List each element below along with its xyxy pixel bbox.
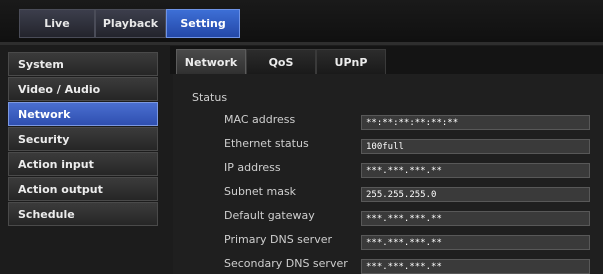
tab-playback[interactable]: Playback bbox=[95, 9, 166, 38]
mac-address-value: **:**:**:**:**:** bbox=[361, 115, 590, 130]
mac-address-label: MAC address bbox=[224, 113, 296, 126]
header-divider bbox=[0, 42, 603, 45]
status-section-title: Status bbox=[192, 91, 228, 104]
sidebar-item-action-output[interactable]: Action output bbox=[8, 177, 158, 201]
ip-address-label: IP address bbox=[224, 161, 281, 174]
sidebar-item-network[interactable]: Network bbox=[8, 102, 158, 126]
settings-sidebar: System Video / Audio Network Security Ac… bbox=[8, 52, 158, 227]
sidebar-item-video-audio[interactable]: Video / Audio bbox=[8, 77, 158, 101]
subtab-qos[interactable]: QoS bbox=[246, 49, 316, 74]
tab-live[interactable]: Live bbox=[19, 9, 95, 38]
ip-address-value: ***.***.***.** bbox=[361, 163, 590, 178]
subnet-mask-value: 255.255.255.0 bbox=[361, 187, 590, 202]
subnet-mask-label: Subnet mask bbox=[224, 185, 297, 198]
sidebar-item-system[interactable]: System bbox=[8, 52, 158, 76]
sidebar-item-action-input[interactable]: Action input bbox=[8, 152, 158, 176]
ethernet-status-label: Ethernet status bbox=[224, 137, 309, 150]
primary-dns-label: Primary DNS server bbox=[224, 233, 333, 246]
tab-setting[interactable]: Setting bbox=[166, 9, 240, 38]
default-gateway-label: Default gateway bbox=[224, 209, 315, 222]
sidebar-item-security[interactable]: Security bbox=[8, 127, 158, 151]
secondary-dns-value: ***.***.***.** bbox=[361, 259, 590, 274]
secondary-dns-label: Secondary DNS server bbox=[224, 257, 348, 270]
subtab-network[interactable]: Network bbox=[176, 49, 246, 74]
subtab-upnp[interactable]: UPnP bbox=[316, 49, 386, 74]
default-gateway-value: ***.***.***.** bbox=[361, 211, 590, 226]
sidebar-item-schedule[interactable]: Schedule bbox=[8, 202, 158, 226]
primary-dns-value: ***.***.***.** bbox=[361, 235, 590, 250]
ethernet-status-value: 100full bbox=[361, 139, 590, 154]
